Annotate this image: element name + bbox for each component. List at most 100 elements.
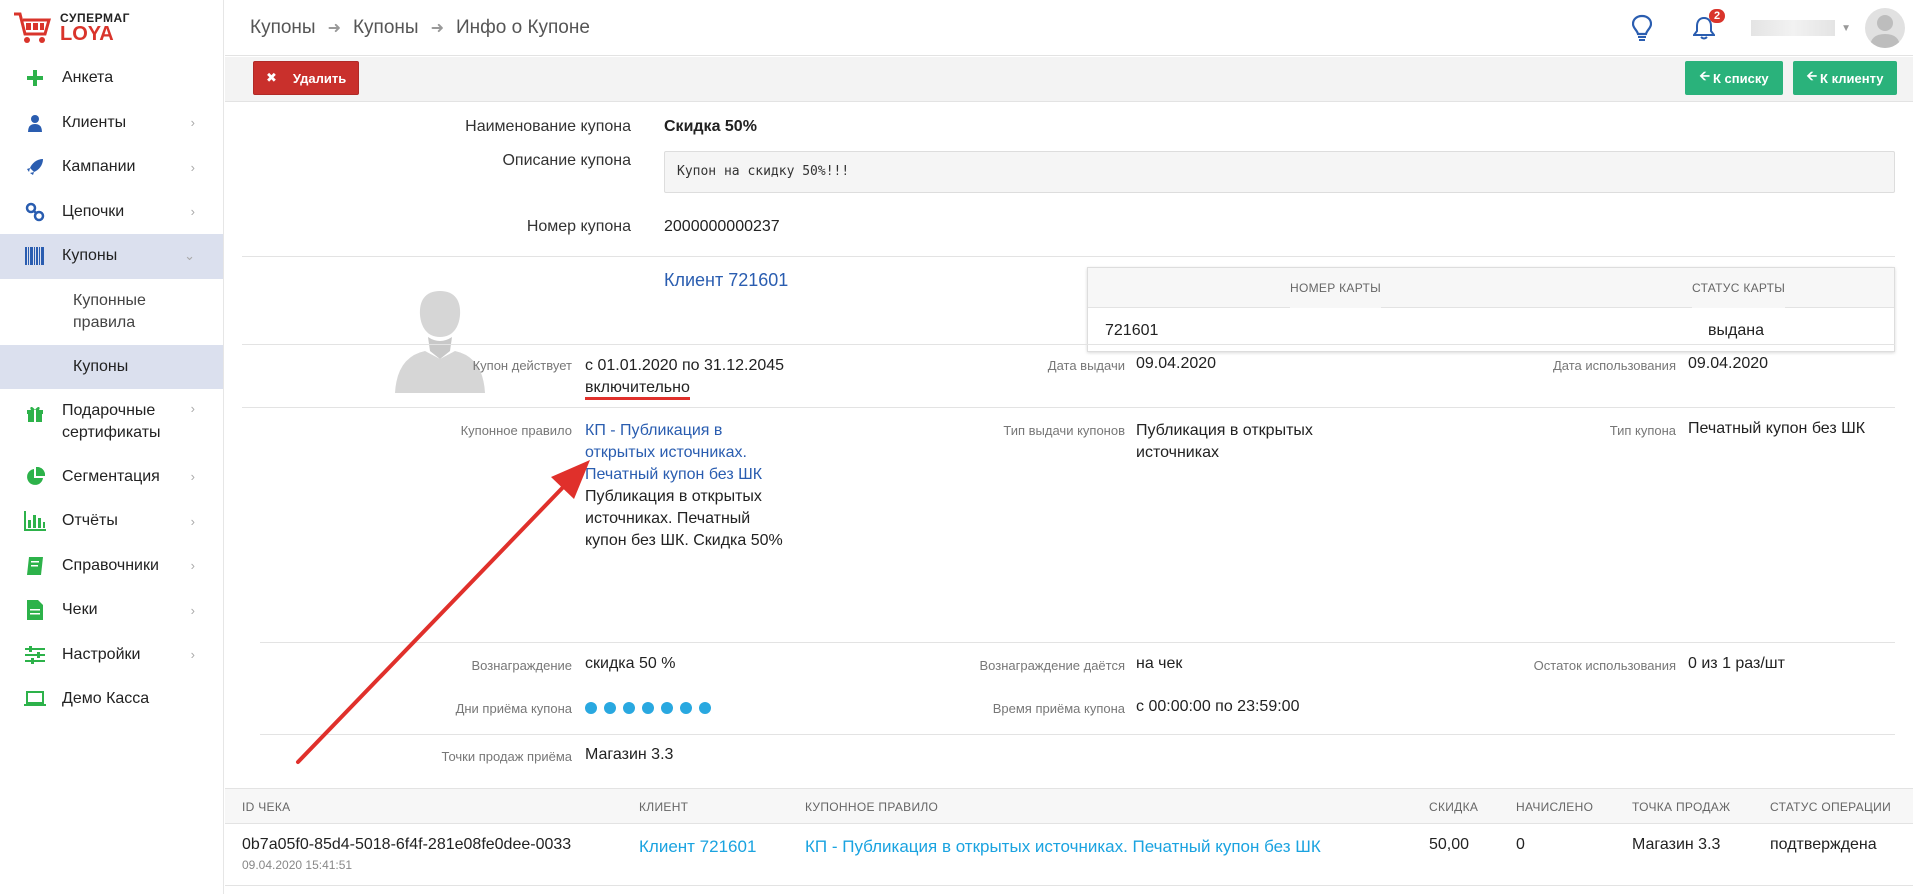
table-header-cell: НОМЕР КАРТЫ bbox=[1290, 268, 1382, 308]
receipt-rule-link[interactable]: КП - Публикация в открытых источниках. П… bbox=[805, 837, 1321, 857]
use-date-value: 09.04.2020 bbox=[1688, 355, 1769, 372]
coupon-name-label: Наименование купона bbox=[465, 118, 631, 135]
chevron-right-icon: › bbox=[190, 558, 195, 574]
sidebar-item-campaigns[interactable]: Кампании › bbox=[0, 145, 223, 190]
user-name-blurred[interactable] bbox=[1751, 20, 1836, 36]
usage-left-value: 0 из 1 раз/шт bbox=[1688, 655, 1785, 672]
close-icon: ✖ bbox=[266, 70, 277, 85]
receipt-client-link[interactable]: Клиент 721601 bbox=[639, 837, 756, 857]
coupon-desc-label: Описание купона bbox=[502, 152, 631, 169]
sidebar-item-label: Чеки bbox=[62, 601, 98, 619]
coupon-name-value: Скидка 50% bbox=[664, 118, 757, 135]
sidebar-item-gift-certificates[interactable]: Подарочные сертификаты › bbox=[0, 389, 223, 455]
divider bbox=[242, 256, 1895, 257]
chevron-down-icon: ⌄ bbox=[184, 248, 195, 264]
arrow-left-icon: 🡨 bbox=[1806, 68, 1818, 83]
table-header-cell: КУПОННОЕ ПРАВИЛО bbox=[805, 800, 939, 814]
coupon-number-label: Номер купона bbox=[526, 218, 631, 235]
sidebar-item-label: Отчёты bbox=[62, 512, 118, 530]
sidebar-item-segmentation[interactable]: Сегментация › bbox=[0, 455, 223, 500]
divider bbox=[260, 642, 1895, 643]
sidebar-subitem-coupons[interactable]: Купоны bbox=[0, 344, 223, 389]
client-link[interactable]: Клиент 721601 bbox=[664, 270, 788, 291]
bell-icon[interactable]: 2 bbox=[1691, 9, 1726, 43]
arrow-right-icon: ➜ bbox=[327, 19, 341, 37]
sidebar: СУПЕРМАГ LOYA Анкета Клиенты › Кампании … bbox=[0, 0, 224, 894]
sidebar-item-reports[interactable]: Отчёты › bbox=[0, 499, 223, 544]
breadcrumb: Купоны ➜ Купоны ➜ Инфо о Купоне bbox=[225, 17, 590, 39]
sidebar-item-settings[interactable]: Настройки › bbox=[0, 633, 223, 678]
client-avatar bbox=[395, 287, 485, 393]
sidebar-subitem-label: Купонные правила bbox=[73, 291, 146, 331]
divider bbox=[225, 885, 1913, 886]
rocket-icon bbox=[24, 156, 46, 178]
sidebar-item-label: Справочники bbox=[62, 556, 159, 574]
chevron-right-icon: › bbox=[190, 513, 195, 529]
gift-icon bbox=[24, 402, 46, 424]
notification-badge: 2 bbox=[1708, 9, 1726, 23]
sidebar-item-label: Купоны bbox=[62, 247, 118, 265]
sidebar-item-anketa[interactable]: Анкета bbox=[0, 56, 223, 101]
to-client-button-label: К клиенту bbox=[1820, 70, 1884, 86]
coupon-rule-desc-line: источниках. Печатный bbox=[585, 510, 751, 527]
user-icon bbox=[24, 112, 46, 134]
coupon-rule-link-line[interactable]: Печатный купон без ШК bbox=[585, 464, 783, 486]
to-client-button[interactable]: 🡨 К клиенту bbox=[1793, 61, 1897, 95]
sidebar-item-receipts[interactable]: Чеки › bbox=[0, 588, 223, 633]
receipt-accrued: 0 bbox=[1516, 836, 1525, 853]
table-header-cell: СТАТУС КАРТЫ bbox=[1692, 268, 1786, 308]
sidebar-subitem-coupon-rules[interactable]: Купонные правила bbox=[0, 279, 223, 345]
table-header-cell: НАЧИСЛЕНО bbox=[1516, 800, 1594, 814]
time-value: с 00:00:00 по 23:59:00 bbox=[1136, 698, 1300, 715]
chain-icon bbox=[24, 201, 46, 223]
breadcrumb-item[interactable]: Купоны bbox=[353, 17, 419, 39]
client-cards-table: НОМЕР КАРТЫ СТАТУС КАРТЫ 721601 выдана bbox=[1087, 267, 1895, 352]
toolbar: ✖ Удалить 🡨 К списку 🡨 К клиенту bbox=[225, 57, 1913, 102]
receipt-datetime: 09.04.2020 15:41:51 bbox=[242, 858, 353, 872]
barcode-icon bbox=[24, 245, 46, 267]
sidebar-item-label: Кампании bbox=[62, 158, 136, 176]
sidebar-item-directories[interactable]: Справочники › bbox=[0, 544, 223, 589]
usage-left-label: Остаток использования bbox=[1533, 658, 1676, 673]
coupon-desc-value: Купон на скидку 50%!!! bbox=[664, 151, 1895, 193]
to-list-button[interactable]: 🡨 К списку bbox=[1685, 61, 1783, 95]
sidebar-item-chains[interactable]: Цепочки › bbox=[0, 190, 223, 235]
coupon-type-value: Печатный купон без ШК bbox=[1688, 420, 1866, 437]
chevron-right-icon: › bbox=[190, 602, 195, 618]
delete-button-label: Удалить bbox=[292, 70, 347, 86]
coupon-number-value: 2000000000237 bbox=[664, 218, 780, 235]
divider bbox=[242, 344, 1895, 345]
chevron-right-icon: › bbox=[190, 469, 195, 485]
chevron-right-icon: › bbox=[190, 159, 195, 175]
breadcrumb-current: Инфо о Купоне bbox=[455, 16, 590, 38]
caret-down-icon[interactable]: ▼ bbox=[1841, 23, 1851, 34]
use-date-label: Дата использования bbox=[1552, 358, 1676, 373]
sidebar-item-coupons[interactable]: Купоны ⌄ bbox=[0, 234, 223, 279]
sliders-icon bbox=[24, 644, 46, 666]
receipt-discount: 50,00 bbox=[1429, 836, 1470, 853]
sidebar-item-label: Демо Касса bbox=[62, 690, 150, 708]
valid-value-line2: включительно bbox=[585, 379, 690, 400]
laptop-icon bbox=[24, 688, 46, 710]
arrow-right-icon: ➜ bbox=[430, 19, 444, 37]
sidebar-item-label: Анкета bbox=[62, 69, 114, 87]
receipts-table-header: ID ЧЕКА КЛИЕНТ КУПОННОЕ ПРАВИЛО СКИДКА Н… bbox=[225, 788, 1913, 824]
plus-icon bbox=[24, 67, 46, 89]
sidebar-item-demo-pos[interactable]: Демо Касса bbox=[0, 677, 223, 722]
table-header-cell: СТАТУС ОПЕРАЦИИ bbox=[1770, 800, 1892, 814]
logo[interactable]: СУПЕРМАГ LOYA bbox=[0, 0, 223, 56]
delete-button[interactable]: ✖ Удалить bbox=[253, 61, 360, 95]
cart-logo-icon bbox=[12, 10, 52, 46]
lightbulb-icon[interactable] bbox=[1629, 13, 1655, 43]
table-header-cell: СКИДКА bbox=[1429, 800, 1479, 814]
table-header-cell: ID ЧЕКА bbox=[242, 800, 291, 814]
breadcrumb-item[interactable]: Купоны bbox=[250, 17, 316, 39]
sidebar-item-label: Цепочки bbox=[62, 202, 125, 220]
table-header-cell: КЛИЕНТ bbox=[639, 800, 689, 814]
points-value: Магазин 3.3 bbox=[585, 746, 674, 763]
avatar[interactable] bbox=[1865, 8, 1905, 48]
coupon-rule-link-line[interactable]: открытых источниках. bbox=[585, 442, 783, 464]
receipt-id[interactable]: 0b7a05f0-85d4-5018-6f4f-281e08fe0dee-003… bbox=[242, 836, 571, 854]
chevron-right-icon: › bbox=[190, 400, 195, 416]
sidebar-item-clients[interactable]: Клиенты › bbox=[0, 101, 223, 146]
